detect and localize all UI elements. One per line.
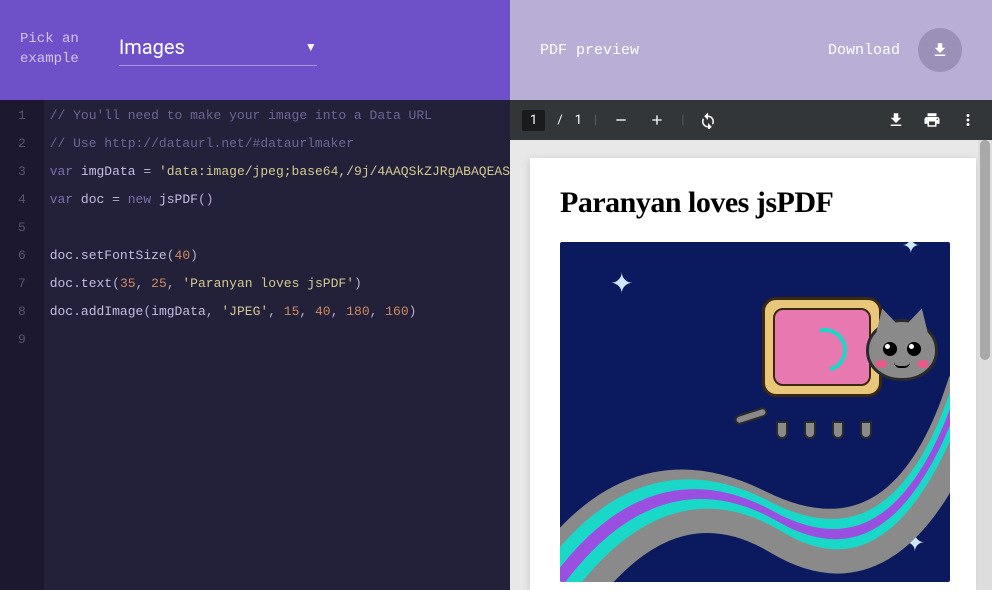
- code-line[interactable]: doc.addImage(imgData, 'JPEG', 15, 40, 18…: [50, 298, 510, 326]
- print-icon: [923, 111, 941, 129]
- dropdown-value: Images: [119, 35, 185, 59]
- pdf-preview-label: PDF preview: [540, 42, 639, 59]
- left-header: Pick an example Images ▼: [0, 0, 510, 100]
- sparkle-icon: ✦: [610, 267, 633, 300]
- toolbar-download-button[interactable]: [884, 108, 908, 132]
- pick-label-line2: example: [20, 51, 79, 67]
- right-header: PDF preview Download: [510, 0, 992, 100]
- example-dropdown[interactable]: Images ▼: [119, 35, 317, 66]
- pdf-page: Paranyan loves jsPDF ✦ ✦ ✦ ✦: [530, 158, 976, 590]
- pick-example-label: Pick an example: [20, 30, 79, 69]
- pdf-toolbar: 1 / 1 | |: [510, 100, 992, 140]
- toolbar-divider: |: [594, 113, 597, 128]
- more-vert-icon: [959, 111, 977, 129]
- code-line[interactable]: // Use http://dataurl.net/#dataurlmaker: [50, 130, 510, 158]
- vertical-scrollbar[interactable]: [978, 140, 992, 590]
- line-number: 1: [0, 102, 44, 130]
- rotate-icon: [699, 111, 717, 129]
- sparkle-icon: ✦: [902, 242, 920, 259]
- line-number: 5: [0, 214, 44, 242]
- download-icon: [931, 41, 949, 59]
- pick-label-line1: Pick an: [20, 31, 79, 47]
- download-group: Download: [828, 28, 962, 72]
- code-editor[interactable]: 123456789 // You'll need to make your im…: [0, 100, 510, 590]
- line-number: 4: [0, 186, 44, 214]
- zoom-out-button[interactable]: [609, 108, 633, 132]
- right-panel: PDF preview Download 1 / 1 | | Paranyan …: [510, 0, 992, 590]
- total-pages: 1: [575, 113, 582, 128]
- code-line[interactable]: doc.text(35, 25, 'Paranyan loves jsPDF'): [50, 270, 510, 298]
- page-separator: /: [557, 113, 562, 128]
- pdf-image: ✦ ✦ ✦ ✦: [560, 242, 950, 582]
- scrollbar-thumb[interactable]: [980, 140, 990, 360]
- download-button[interactable]: [918, 28, 962, 72]
- code-line[interactable]: [50, 214, 510, 242]
- download-icon: [887, 111, 905, 129]
- minus-icon: [613, 112, 629, 128]
- print-button[interactable]: [920, 108, 944, 132]
- pdf-viewport[interactable]: Paranyan loves jsPDF ✦ ✦ ✦ ✦: [510, 140, 992, 590]
- line-number: 8: [0, 298, 44, 326]
- left-panel: Pick an example Images ▼ 123456789 // Yo…: [0, 0, 510, 590]
- code-area[interactable]: // You'll need to make your image into a…: [44, 100, 510, 590]
- nyan-cat: [762, 297, 932, 427]
- zoom-in-button[interactable]: [645, 108, 669, 132]
- line-number: 7: [0, 270, 44, 298]
- code-line[interactable]: // You'll need to make your image into a…: [50, 102, 510, 130]
- rotate-button[interactable]: [696, 108, 720, 132]
- line-gutter: 123456789: [0, 100, 44, 590]
- code-line[interactable]: var doc = new jsPDF(): [50, 186, 510, 214]
- line-number: 3: [0, 158, 44, 186]
- line-number: 2: [0, 130, 44, 158]
- plus-icon: [649, 112, 665, 128]
- toolbar-divider: |: [681, 113, 684, 128]
- download-label: Download: [828, 42, 900, 59]
- pdf-title: Paranyan loves jsPDF: [560, 186, 946, 220]
- line-number: 6: [0, 242, 44, 270]
- code-line[interactable]: [50, 326, 510, 354]
- line-number: 9: [0, 326, 44, 354]
- code-line[interactable]: var imgData = 'data:image/jpeg;base64,/9…: [50, 158, 510, 186]
- more-button[interactable]: [956, 108, 980, 132]
- chevron-down-icon: ▼: [305, 40, 317, 54]
- current-page-input[interactable]: 1: [522, 110, 545, 131]
- code-line[interactable]: doc.setFontSize(40): [50, 242, 510, 270]
